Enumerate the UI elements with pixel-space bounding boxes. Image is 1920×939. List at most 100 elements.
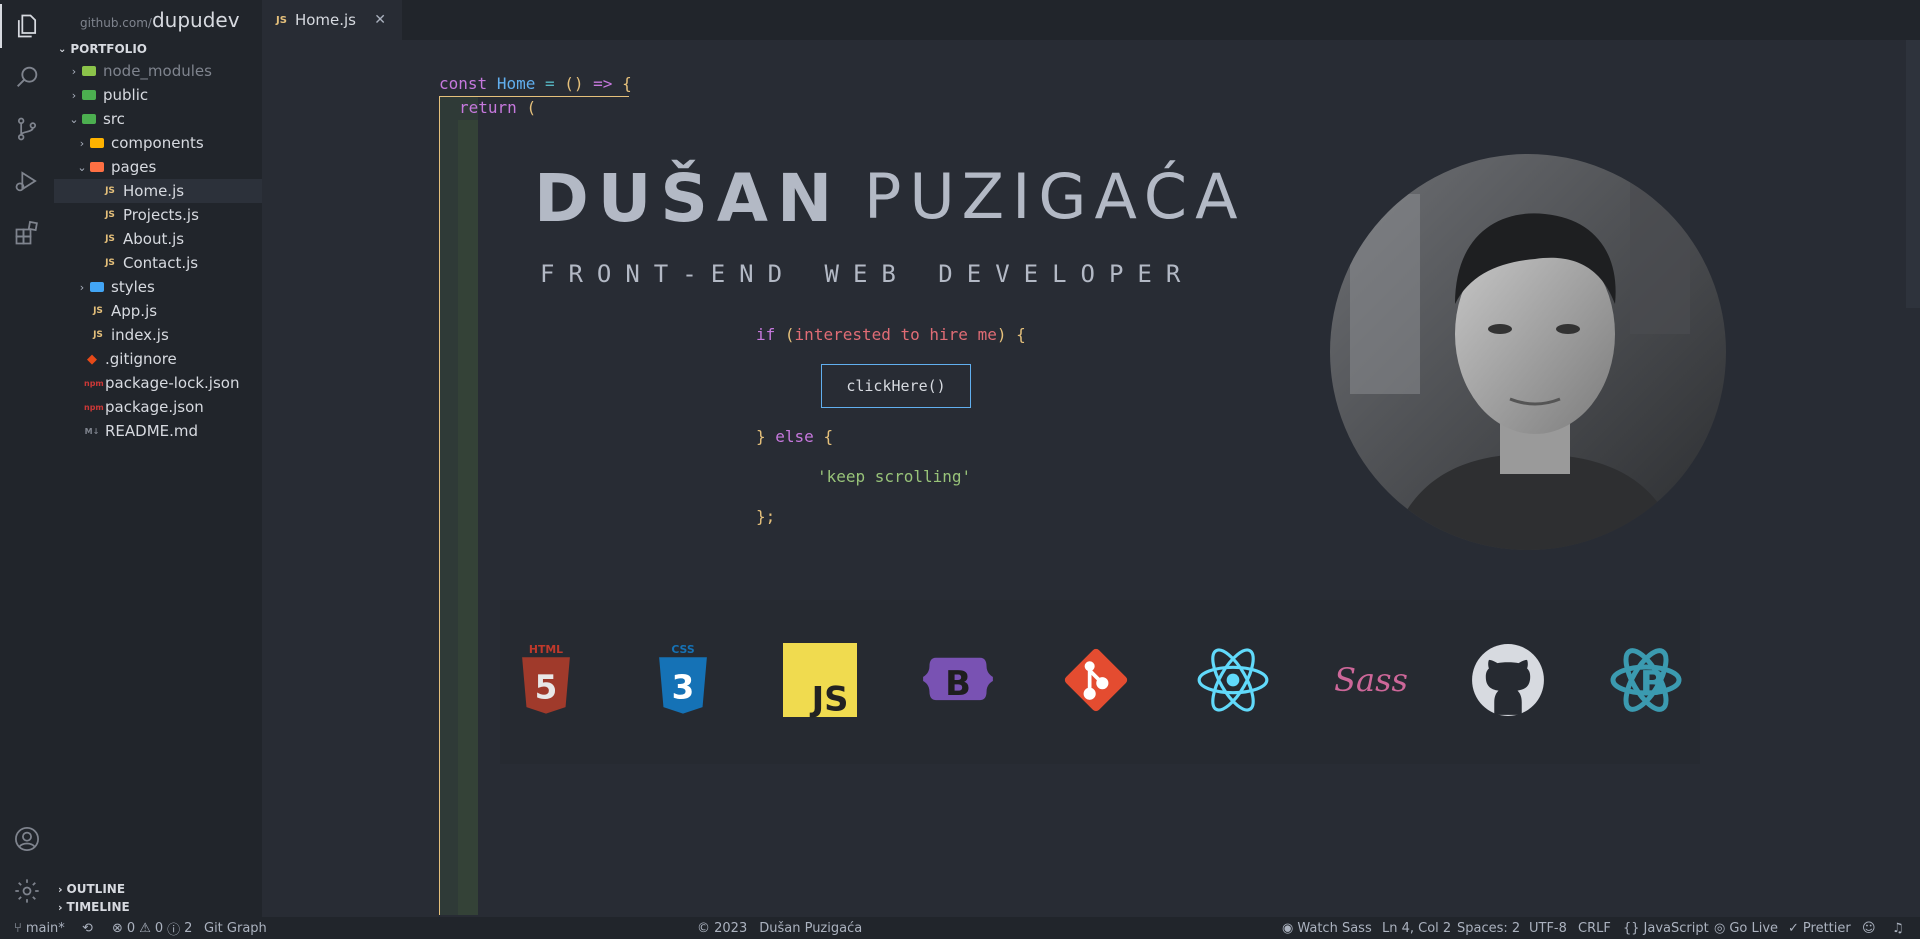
html-logo-text: HTML xyxy=(529,643,563,656)
chevron-right-icon: › xyxy=(71,88,77,102)
eol-label: CRLF xyxy=(1578,920,1611,936)
profile-photo xyxy=(1330,154,1726,550)
outline-label: OUTLINE xyxy=(66,882,126,896)
js-file-icon: JS xyxy=(93,306,103,316)
js-file-icon: JS xyxy=(105,210,115,220)
tab-home-js[interactable]: JS Home.js ✕ xyxy=(262,0,402,41)
tree-item-package-json[interactable]: npm package.json xyxy=(54,395,292,419)
svg-text:3: 3 xyxy=(672,668,695,706)
warning-count: 0 xyxy=(154,920,164,936)
css3-icon: CSS 3 xyxy=(646,642,720,718)
notifications-button[interactable]: ♫ xyxy=(1892,917,1904,939)
indent-guide-active xyxy=(439,96,440,915)
branch-indicator[interactable]: ⑂ main* xyxy=(14,917,65,939)
js-file-icon: JS xyxy=(276,14,287,26)
tree-item-label: .gitignore xyxy=(105,350,177,368)
indentation-label: Spaces: 2 xyxy=(1457,920,1521,936)
tree-item-label: App.js xyxy=(111,302,158,320)
source-control-icon[interactable] xyxy=(10,112,44,146)
go-live-button[interactable]: ◎ Go Live xyxy=(1714,917,1778,939)
tree-item-src[interactable]: ⌄ src xyxy=(54,107,276,131)
chevron-down-icon: ⌄ xyxy=(77,160,87,174)
indentation-setting[interactable]: Spaces: 2 xyxy=(1457,917,1520,939)
svg-text:5: 5 xyxy=(535,668,558,706)
project-name: PORTFOLIO xyxy=(70,42,147,56)
bell-icon: ♫ xyxy=(1892,920,1904,936)
warning-icon: ⚠ xyxy=(139,920,151,936)
js-file-icon: JS xyxy=(93,330,103,340)
js-file-icon: JS xyxy=(105,258,115,268)
files-icon[interactable] xyxy=(10,9,44,43)
react-icon xyxy=(1196,642,1270,718)
component-name: Home xyxy=(496,74,536,93)
account-icon[interactable] xyxy=(10,822,44,856)
sass-logo-text: Sass xyxy=(1334,661,1408,699)
explorer-project-header[interactable]: ⌄ PORTFOLIO xyxy=(58,42,147,56)
language-mode[interactable]: {} JavaScript xyxy=(1623,917,1709,939)
check-icon: ✓ xyxy=(1788,920,1799,936)
tree-item-styles[interactable]: › styles xyxy=(54,275,284,299)
tree-item-label: package.json xyxy=(105,398,204,416)
settings-gear-icon[interactable] xyxy=(10,874,44,908)
return-keyword: return xyxy=(459,98,517,117)
node-folder-icon xyxy=(82,66,96,76)
close-icon[interactable]: ✕ xyxy=(374,12,386,28)
encoding-setting[interactable]: UTF-8 xyxy=(1529,917,1567,939)
watch-sass-button[interactable]: ◉ Watch Sass xyxy=(1282,917,1372,939)
const-keyword: const xyxy=(439,74,488,93)
hero-subtitle: FRONT-END WEB DEVELOPER xyxy=(540,260,1195,288)
tree-item-pages[interactable]: ⌄ pages xyxy=(54,155,284,179)
html5-icon: HTML 5 xyxy=(509,642,583,718)
tree-item-gitignore[interactable]: ◆ .gitignore xyxy=(54,347,292,371)
footer-credit: © 2023 Dušan Puzigaća xyxy=(697,917,862,939)
chevron-right-icon: › xyxy=(79,280,85,294)
tab-bar xyxy=(262,0,1920,40)
else-keyword: else xyxy=(775,427,814,446)
tree-item-package-lock-json[interactable]: npm package-lock.json xyxy=(54,371,292,395)
sass-icon: Sass xyxy=(1334,642,1408,718)
code-line-2: return ( xyxy=(459,98,536,117)
braces-icon: {} xyxy=(1623,920,1640,936)
chevron-right-icon: › xyxy=(58,900,63,914)
tree-item-label: styles xyxy=(111,278,155,296)
search-icon[interactable] xyxy=(10,60,44,94)
bracket-match-underline xyxy=(439,96,629,97)
open-brace: { xyxy=(1016,325,1026,344)
prettier-status[interactable]: ✓ Prettier xyxy=(1788,917,1851,939)
click-here-button[interactable]: clickHere() xyxy=(821,364,971,408)
open-brace: { xyxy=(823,427,834,446)
feedback-button[interactable]: ☺ xyxy=(1862,917,1876,939)
git-graph-label: Git Graph xyxy=(204,920,267,936)
tree-item-label: Projects.js xyxy=(123,206,199,224)
tree-item-label: package-lock.json xyxy=(105,374,240,392)
cursor-position[interactable]: Ln 4, Col 2 xyxy=(1382,917,1451,939)
javascript-icon: JS xyxy=(783,642,857,718)
brand-name: dupudev xyxy=(151,8,240,32)
chevron-right-icon: › xyxy=(58,882,63,896)
run-debug-icon[interactable] xyxy=(10,164,44,198)
problems-indicator[interactable]: ⊗ 0 ⚠ 0 ⓘ 2 xyxy=(112,917,192,939)
tree-item-node-modules[interactable]: › node_modules xyxy=(54,59,276,83)
tree-item-label: Contact.js xyxy=(123,254,199,272)
tree-item-readme-md[interactable]: M↓ README.md xyxy=(54,419,292,443)
git-graph-button[interactable]: Git Graph xyxy=(204,917,267,939)
markdown-file-icon: M↓ xyxy=(84,426,100,436)
tree-item-label: src xyxy=(103,110,125,128)
sync-status[interactable]: ⟲ xyxy=(82,917,93,939)
eol-setting[interactable]: CRLF xyxy=(1578,917,1611,939)
arrow-operator: => xyxy=(593,74,613,93)
redux-icon: B xyxy=(1609,642,1683,718)
chevron-right-icon: › xyxy=(79,136,85,150)
editor-scrollbar[interactable] xyxy=(1906,40,1920,308)
watch-sass-label: Watch Sass xyxy=(1297,920,1372,936)
tree-item-public[interactable]: › public xyxy=(54,83,276,107)
timeline-section-header[interactable]: › TIMELINE xyxy=(58,900,130,914)
outline-section-header[interactable]: › OUTLINE xyxy=(58,882,125,896)
tree-item-label: components xyxy=(111,134,204,152)
statement-end: }; xyxy=(756,507,776,526)
svg-text:B: B xyxy=(945,664,971,703)
tree-item-components[interactable]: › components xyxy=(54,131,284,155)
tab-label: Home.js xyxy=(294,11,356,29)
extensions-icon[interactable] xyxy=(10,216,44,250)
brand[interactable]: github.com/dupudev xyxy=(80,8,240,34)
